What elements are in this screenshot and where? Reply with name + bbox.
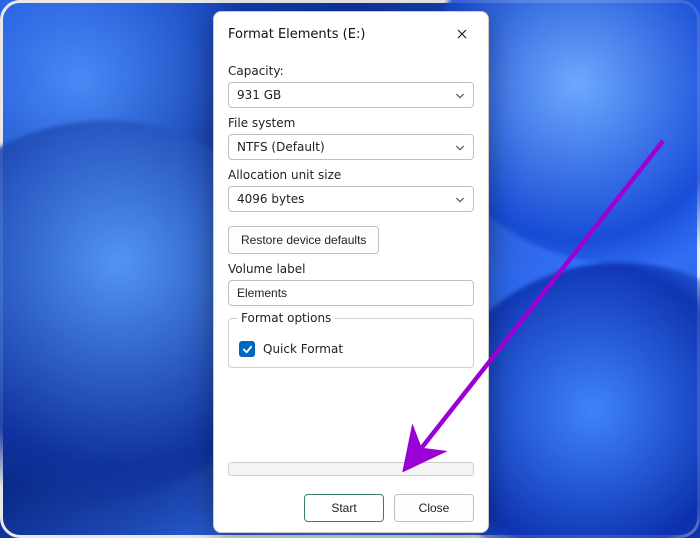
chevron-down-icon [455, 194, 465, 204]
quick-format-row[interactable]: Quick Format [239, 341, 463, 357]
restore-defaults-button[interactable]: Restore device defaults [228, 226, 379, 254]
dialog-body: Capacity: 931 GB File system NTFS (Defau… [214, 52, 488, 532]
volume-label-label: Volume label [228, 262, 474, 276]
filesystem-value: NTFS (Default) [237, 140, 325, 154]
volume-label-input[interactable] [228, 280, 474, 306]
dialog-title: Format Elements (E:) [228, 27, 365, 42]
filesystem-label: File system [228, 116, 474, 130]
capacity-value: 931 GB [237, 88, 281, 102]
filesystem-select[interactable]: NTFS (Default) [228, 134, 474, 160]
format-dialog: Format Elements (E:) Capacity: 931 GB Fi… [213, 11, 489, 533]
format-progress-bar [228, 462, 474, 476]
dialog-actions: Start Close [228, 494, 474, 522]
capacity-label: Capacity: [228, 64, 474, 78]
allocation-value: 4096 bytes [237, 192, 304, 206]
chevron-down-icon [455, 90, 465, 100]
titlebar: Format Elements (E:) [214, 12, 488, 52]
allocation-label: Allocation unit size [228, 168, 474, 182]
quick-format-checkbox[interactable] [239, 341, 255, 357]
quick-format-label: Quick Format [263, 342, 343, 356]
chevron-down-icon [455, 142, 465, 152]
format-options-group: Format options Quick Format [228, 318, 474, 368]
capacity-select[interactable]: 931 GB [228, 82, 474, 108]
start-button[interactable]: Start [304, 494, 384, 522]
allocation-select[interactable]: 4096 bytes [228, 186, 474, 212]
close-button[interactable]: Close [394, 494, 474, 522]
close-icon[interactable] [450, 22, 474, 46]
format-options-title: Format options [237, 311, 335, 325]
